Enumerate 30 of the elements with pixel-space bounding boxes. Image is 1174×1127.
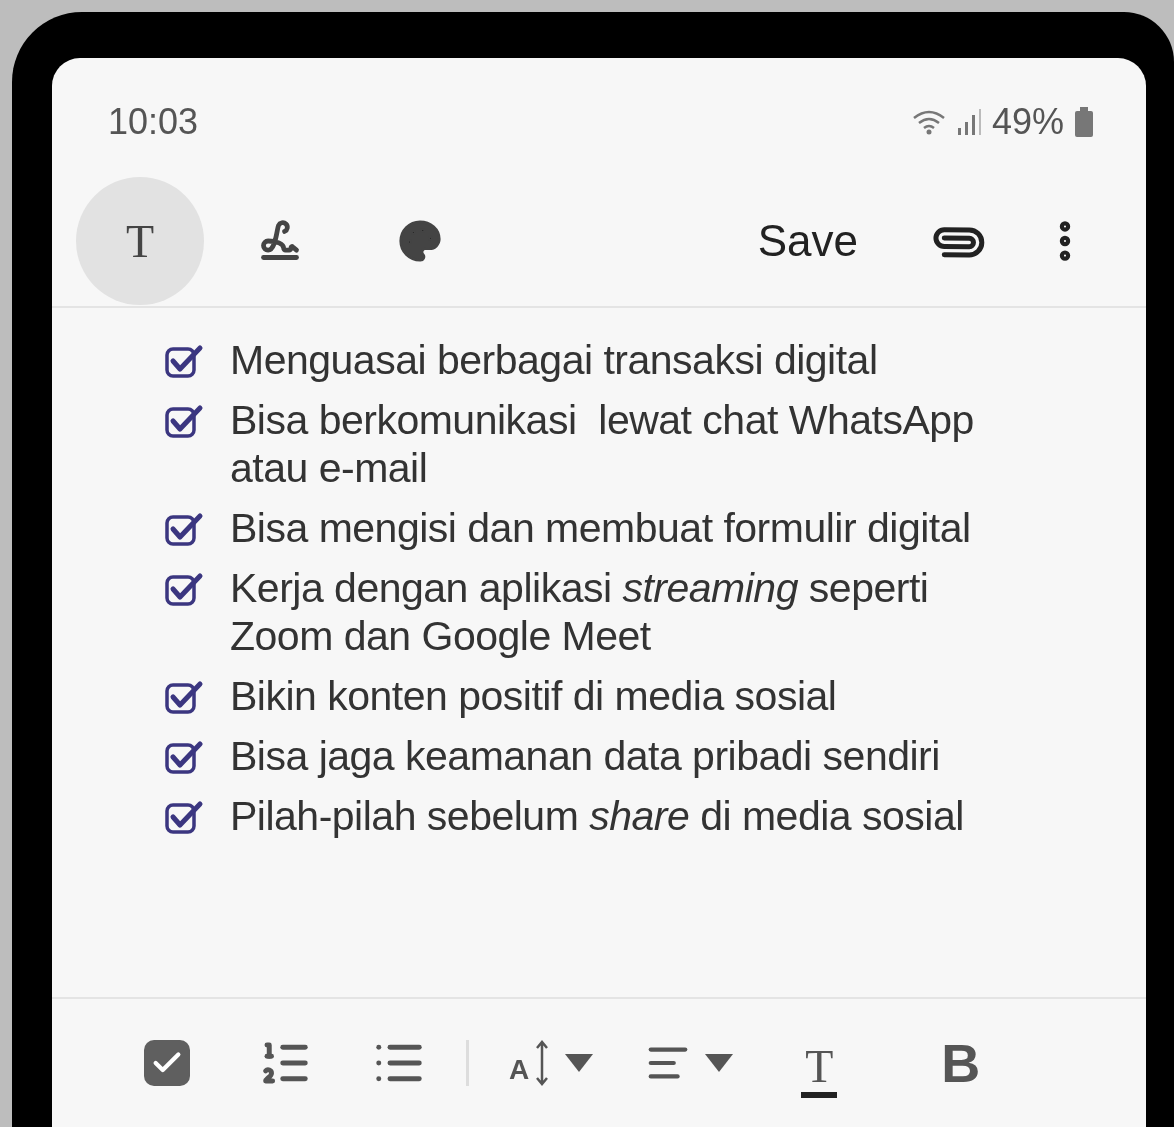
- checked-box-icon[interactable]: [164, 680, 204, 716]
- checked-box-icon[interactable]: [164, 740, 204, 776]
- text-color-button[interactable]: T: [801, 1042, 838, 1098]
- text-mode-button[interactable]: T: [76, 177, 204, 305]
- checkbox-list-button[interactable]: [144, 1040, 190, 1086]
- checked-box-icon[interactable]: [164, 572, 204, 608]
- status-time: 10:03: [108, 100, 199, 144]
- checklist-item-text: Kerja dengan aplikasi streaming seperti Zoom dan Google Meet: [230, 564, 930, 660]
- battery-percent: 49%: [991, 100, 1064, 144]
- palette-icon: [397, 218, 443, 264]
- battery-icon: [1074, 107, 1094, 137]
- checklist-item-text: Bisa jaga keamanan data pribadi sendiri: [230, 732, 940, 780]
- caret-icon: [565, 1054, 594, 1072]
- checklist-item-text: Bisa berkomunikasi lewat chat WhatsApp atau e-mail: [230, 396, 975, 492]
- checklist-item-text: Pilah-pilah sebelum share di media sosial: [230, 792, 964, 840]
- caret-icon: [705, 1054, 734, 1072]
- signal-icon: [955, 108, 982, 136]
- wifi-icon: [911, 109, 946, 135]
- checked-box-icon[interactable]: [164, 512, 204, 548]
- checklist-item-text: Menguasai berbagai transaksi digital: [230, 336, 878, 384]
- checked-box-icon[interactable]: [164, 344, 204, 380]
- checked-box-icon[interactable]: [164, 404, 204, 440]
- save-button[interactable]: Save: [749, 208, 866, 274]
- checklist-item-text: Bikin konten positif di media sosial: [230, 672, 837, 720]
- checklist-item-text: Bisa mengisi dan membuat formulir digital: [230, 504, 971, 552]
- up-down-arrow-icon: [535, 1040, 550, 1086]
- pen-scribble-icon: [258, 219, 302, 263]
- font-size-button[interactable]: A: [509, 1035, 594, 1091]
- bold-button[interactable]: B: [941, 1022, 981, 1104]
- checked-box-icon[interactable]: [164, 800, 204, 836]
